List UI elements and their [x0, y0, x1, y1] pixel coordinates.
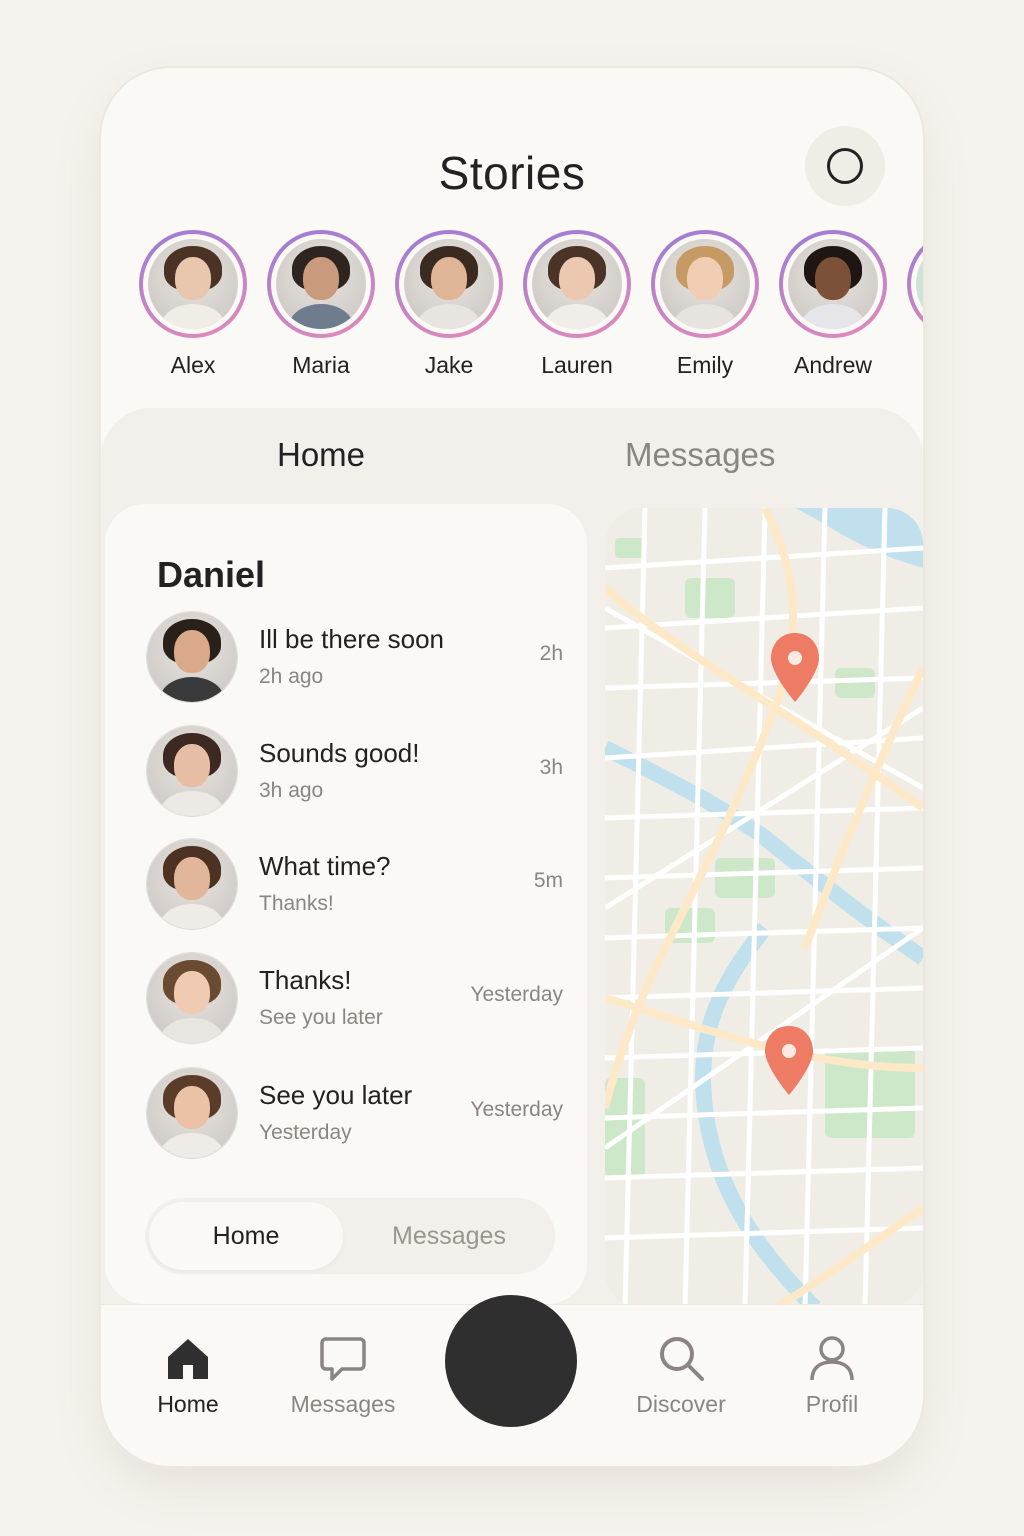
chat-text: Sounds good! 3h ago: [259, 738, 419, 803]
chat-timestamp: 2h: [539, 642, 563, 665]
chat-timestamp: 3h: [539, 756, 563, 779]
avatar-image: [660, 239, 750, 329]
chat-message: What time?: [259, 851, 391, 881]
story-item[interactable]: Alex: [139, 230, 247, 380]
story-item[interactable]: [907, 230, 923, 380]
avatar-image: [147, 726, 237, 816]
avatar-image: [532, 239, 622, 329]
chat-subtext: Thanks!: [259, 892, 334, 915]
chat-timestamp: Yesterday: [470, 983, 563, 1006]
avatar-image: [147, 1068, 237, 1158]
chat-list-item[interactable]: See you later Yesterday Yesterday: [147, 1068, 567, 1160]
map-park: [685, 578, 735, 618]
chat-subtext: 3h ago: [259, 779, 324, 802]
map-park: [715, 858, 775, 898]
story-name: Emily: [676, 352, 734, 378]
nav-messages[interactable]: Messages: [273, 1333, 413, 1418]
nav-profile[interactable]: Profil: [762, 1333, 902, 1418]
story-avatar[interactable]: [907, 230, 923, 338]
user-icon: [810, 1336, 854, 1381]
map-park: [615, 538, 645, 558]
avatar-image: [147, 839, 237, 929]
chat-message: Sounds good!: [259, 738, 420, 768]
stories-row[interactable]: Alex Maria Jake Lauren Emily Andrew: [139, 230, 923, 380]
story-name: Lauren: [541, 352, 613, 378]
chat-text: Ill be there soon 2h ago: [259, 624, 444, 689]
story-avatar[interactable]: [651, 230, 759, 338]
chat-message: Ill be there soon: [259, 624, 445, 654]
story-item[interactable]: Emily: [651, 230, 759, 380]
nav-profile-label: Profil: [805, 1391, 859, 1417]
chat-list-item[interactable]: Sounds good! 3h ago 3h: [147, 726, 567, 818]
nav-discover-label: Discover: [636, 1391, 726, 1417]
avatar: [147, 839, 237, 929]
avatar-image: [148, 239, 238, 329]
header-action-button[interactable]: [805, 126, 885, 206]
chat-timestamp: 5m: [533, 869, 563, 892]
story-name: Andrew: [794, 352, 872, 378]
avatar-image: [147, 953, 237, 1043]
map-svg: [605, 508, 923, 1308]
chat-bubble-icon: [320, 1337, 366, 1381]
avatar-image: [788, 239, 878, 329]
story-avatar[interactable]: [523, 230, 631, 338]
avatar: [147, 1068, 237, 1158]
avatar: [147, 953, 237, 1043]
avatar-image: [276, 239, 366, 329]
story-name: Maria: [292, 352, 350, 378]
chat-card: Daniel Ill be there soon 2h ago 2h Sounds g…: [105, 504, 587, 1304]
avatar: [147, 612, 237, 702]
chat-text: See you later Yesterday: [259, 1080, 412, 1145]
chat-list-item[interactable]: What time? Thanks! 5m: [147, 839, 567, 931]
story-name: Jake: [424, 352, 474, 378]
home-icon: [168, 1339, 208, 1379]
chat-message: See you later: [259, 1080, 413, 1110]
story-item[interactable]: Maria: [267, 230, 375, 380]
avatar-image: [404, 239, 494, 329]
chat-list-item[interactable]: Ill be there soon 2h ago 2h: [147, 612, 567, 704]
story-item[interactable]: Andrew: [779, 230, 887, 380]
center-action-button[interactable]: [445, 1295, 577, 1427]
chat-subtext: Yesterday: [259, 1121, 352, 1144]
search-icon: [660, 1337, 704, 1381]
chat-subtext: See you later: [259, 1006, 383, 1029]
avatar: [147, 726, 237, 816]
segment-home[interactable]: Home: [149, 1202, 343, 1270]
chat-list-item[interactable]: Thanks! See you later Yesterday: [147, 953, 567, 1045]
tab-messages[interactable]: Messages: [625, 436, 775, 474]
story-item[interactable]: Jake: [395, 230, 503, 380]
story-avatar[interactable]: [395, 230, 503, 338]
chat-text: What time? Thanks!: [259, 851, 391, 916]
chat-subtext: 2h ago: [259, 665, 324, 688]
phone-frame: Stories Alex Maria Jake Lauren Emily Andrew H…: [101, 68, 923, 1466]
circle-icon: [827, 148, 863, 184]
nav-home-label: Home: [157, 1391, 219, 1417]
segmented-control: Home Messages: [145, 1198, 555, 1274]
nav-home[interactable]: Home: [118, 1333, 258, 1418]
map-view[interactable]: [605, 508, 923, 1308]
avatar-image: [147, 612, 237, 702]
story-item[interactable]: Lauren: [523, 230, 631, 380]
story-name: Alex: [170, 352, 216, 378]
page-title: Stories: [438, 147, 586, 199]
story-avatar[interactable]: [139, 230, 247, 338]
segment-messages[interactable]: Messages: [349, 1202, 549, 1270]
chat-text: Thanks! See you later: [259, 965, 383, 1030]
story-avatar[interactable]: [267, 230, 375, 338]
story-avatar[interactable]: [779, 230, 887, 338]
bottom-nav: Home Messages Discover Profil: [101, 1295, 923, 1466]
chat-timestamp: Yesterday: [470, 1098, 563, 1121]
nav-messages-label: Messages: [290, 1391, 396, 1417]
nav-discover[interactable]: Discover: [611, 1333, 751, 1418]
chat-message: Thanks!: [259, 965, 352, 995]
chat-card-title: Daniel: [157, 554, 266, 595]
tab-home[interactable]: Home: [277, 436, 365, 474]
